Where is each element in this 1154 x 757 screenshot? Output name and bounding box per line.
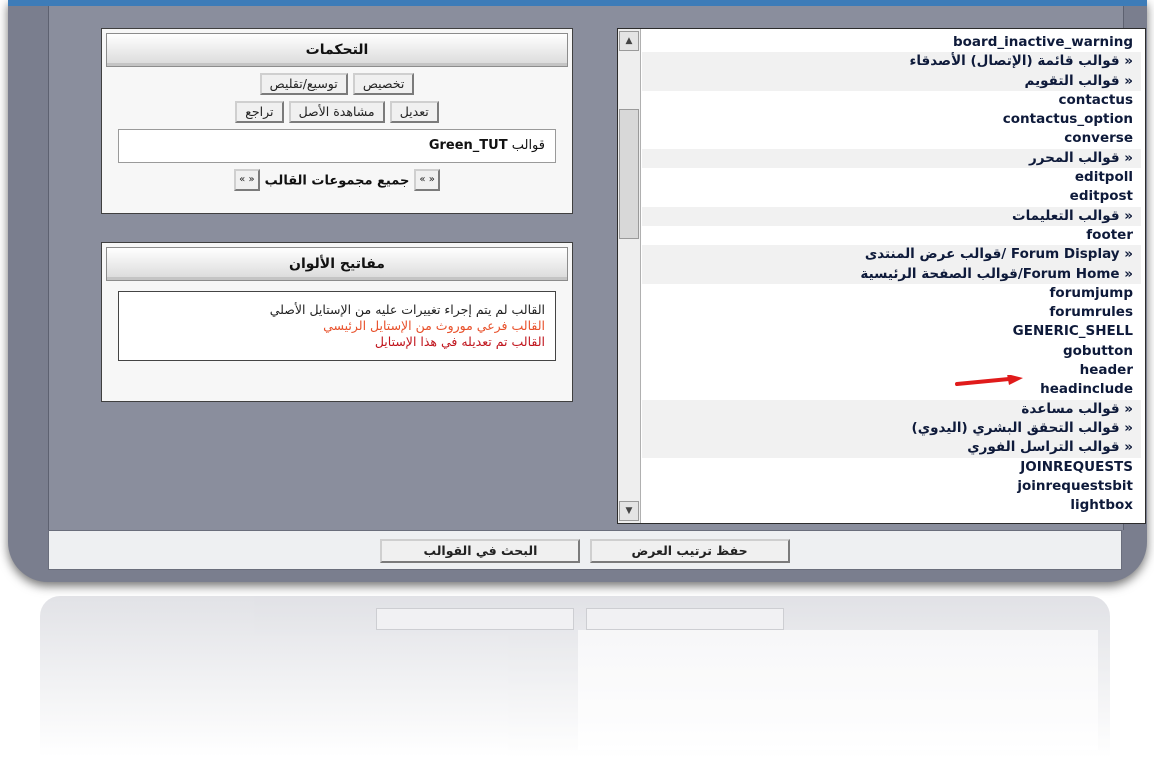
- expand-all-button[interactable]: « »: [414, 169, 440, 191]
- style-name: Green_TUT: [428, 138, 508, 153]
- color-key-title: مفاتيح الألوان: [106, 247, 568, 281]
- window-reflection: [40, 596, 1110, 757]
- template-item[interactable]: editpost: [642, 187, 1141, 206]
- template-group[interactable]: قوالب التراسل الفوري »: [642, 438, 1141, 458]
- all-groups-row: « » جميع مجموعات القالب « »: [102, 169, 572, 191]
- template-item[interactable]: contactus_option: [642, 110, 1141, 129]
- template-item[interactable]: footer: [642, 226, 1141, 245]
- red-arrow-icon: [955, 375, 1023, 386]
- template-item[interactable]: joinrequestsbit: [642, 477, 1141, 496]
- bottom-toolbar: البحث في القوالب حفظ ترتيب العرض: [48, 530, 1122, 570]
- scroll-up-icon[interactable]: ▲: [619, 31, 639, 51]
- template-group[interactable]: قوالب قائمة (الإتصال) الأصدقاء »: [642, 52, 1141, 72]
- controls-row-2: تراجع مشاهدة الأصل تعديل: [102, 101, 572, 123]
- template-group[interactable]: قوالب التقويم »: [642, 71, 1141, 91]
- template-group[interactable]: قوالب الصفحة الرئيسية/Forum Home »: [642, 264, 1141, 284]
- template-items: board_inactive_warning قوالب قائمة (الإت…: [642, 33, 1141, 515]
- all-groups-label: جميع مجموعات القالب: [264, 173, 410, 189]
- template-group[interactable]: قوالب التحقق البشري (اليدوي) »: [642, 418, 1141, 439]
- template-item[interactable]: GENERIC_SHELL: [642, 322, 1141, 341]
- template-item[interactable]: board_inactive_warning: [642, 33, 1141, 52]
- expand-collapse-button[interactable]: توسيع/تقليص: [259, 73, 348, 95]
- reflection-button: [376, 608, 574, 630]
- template-item[interactable]: headinclude: [642, 380, 1141, 399]
- revert-button[interactable]: تراجع: [235, 101, 284, 123]
- controls-title: التحكمات: [106, 33, 568, 67]
- reflection-button: [586, 608, 784, 630]
- template-item[interactable]: gobutton: [642, 342, 1141, 361]
- template-item[interactable]: forumjump: [642, 284, 1141, 303]
- bottom-buttons: البحث في القوالب حفظ ترتيب العرض: [49, 539, 1121, 563]
- controls-panel: التحكمات توسيع/تقليص تخصيص تراجع مشاهدة …: [101, 28, 573, 214]
- template-item[interactable]: JOINREQUESTS: [642, 458, 1141, 477]
- template-group[interactable]: قوالب عرض المنتدى/ Forum Display »: [642, 245, 1141, 265]
- legend-inherited: القالب فرعي موروث من الإستايل الرئيسي: [323, 318, 545, 333]
- template-item[interactable]: converse: [642, 129, 1141, 148]
- search-templates-button[interactable]: البحث في القوالب: [380, 539, 581, 563]
- template-item-header[interactable]: header: [642, 361, 1141, 380]
- template-list[interactable]: ▲ ▼ board_inactive_warning قوالب قائمة (…: [617, 28, 1146, 524]
- template-item[interactable]: editpoll: [642, 168, 1141, 187]
- template-manager-frame: ▲ ▼ board_inactive_warning قوالب قائمة (…: [8, 0, 1147, 582]
- collapse-all-button[interactable]: « »: [234, 169, 260, 191]
- template-item[interactable]: contactus: [642, 91, 1141, 110]
- legend-customized: القالب تم تعديله في هذا الإستايل: [374, 334, 545, 349]
- edit-button[interactable]: تعديل: [389, 101, 439, 123]
- list-scrollbar[interactable]: ▲ ▼: [618, 29, 641, 523]
- color-key-panel: مفاتيح الألوان القالب لم يتم إجراء تغيير…: [101, 242, 573, 402]
- style-name-prefix: قوالب: [511, 138, 545, 153]
- legend-unchanged: القالب لم يتم إجراء تغييرات عليه من الإس…: [269, 302, 545, 317]
- scroll-down-icon[interactable]: ▼: [619, 501, 639, 521]
- template-item[interactable]: forumrules: [642, 303, 1141, 322]
- template-group[interactable]: قوالب المحرر »: [642, 148, 1141, 169]
- reflection-list: [578, 630, 1098, 750]
- style-name-field: Green_TUT قوالب: [118, 129, 556, 163]
- main-panel: ▲ ▼ board_inactive_warning قوالب قائمة (…: [48, 6, 1146, 530]
- controls-row-1: توسيع/تقليص تخصيص: [102, 73, 572, 95]
- color-key-legend: القالب لم يتم إجراء تغييرات عليه من الإس…: [118, 291, 556, 361]
- save-display-order-button[interactable]: حفظ ترتيب العرض: [589, 539, 790, 563]
- template-item[interactable]: lightbox: [642, 496, 1141, 515]
- scroll-thumb[interactable]: [619, 109, 639, 239]
- template-group[interactable]: قوالب مساعدة »: [642, 399, 1141, 419]
- template-group[interactable]: قوالب التعليمات »: [642, 206, 1141, 226]
- view-original-button[interactable]: مشاهدة الأصل: [288, 101, 385, 123]
- customize-button[interactable]: تخصيص: [352, 73, 415, 95]
